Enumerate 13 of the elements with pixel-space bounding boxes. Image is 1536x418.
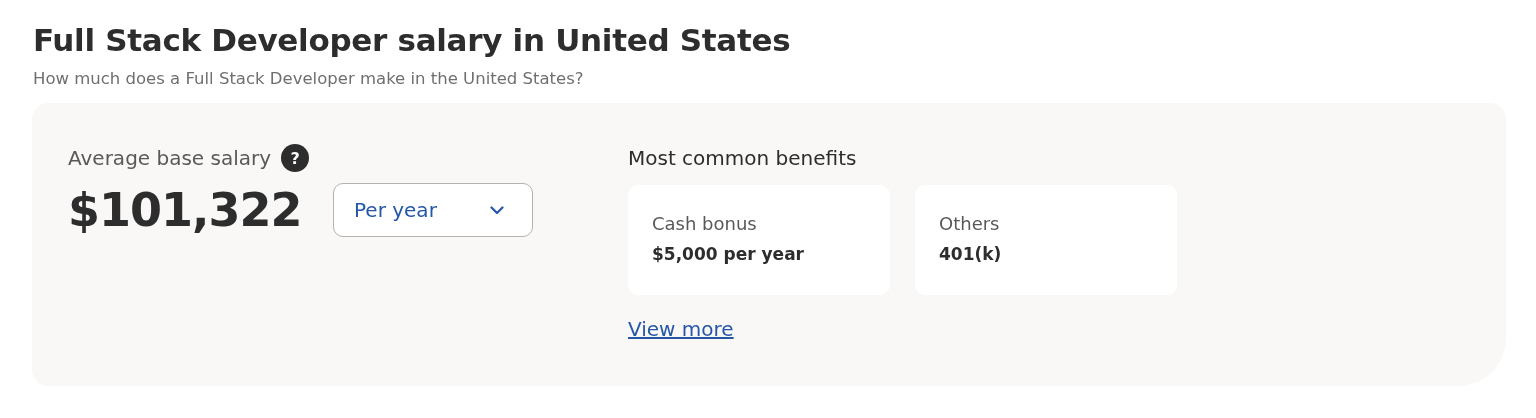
benefit-value: 401(k): [939, 243, 1003, 266]
salary-amount: $101,322: [68, 182, 303, 239]
page-subtitle: How much does a Full Stack Developer make in the United States?: [33, 68, 585, 90]
benefits-heading: Most common benefits: [628, 145, 858, 172]
chevron-down-icon: [490, 205, 504, 215]
benefit-value: $5,000 per year: [652, 243, 805, 266]
view-more-link[interactable]: View more: [628, 317, 734, 341]
period-dropdown[interactable]: Per year: [333, 183, 533, 237]
salary-label: Average base salary: [68, 145, 272, 172]
page-title: Full Stack Developer salary in United States: [33, 21, 792, 60]
help-icon[interactable]: ?: [281, 144, 310, 172]
benefit-label: Cash bonus: [652, 212, 758, 236]
benefit-label: Others: [939, 212, 1001, 236]
